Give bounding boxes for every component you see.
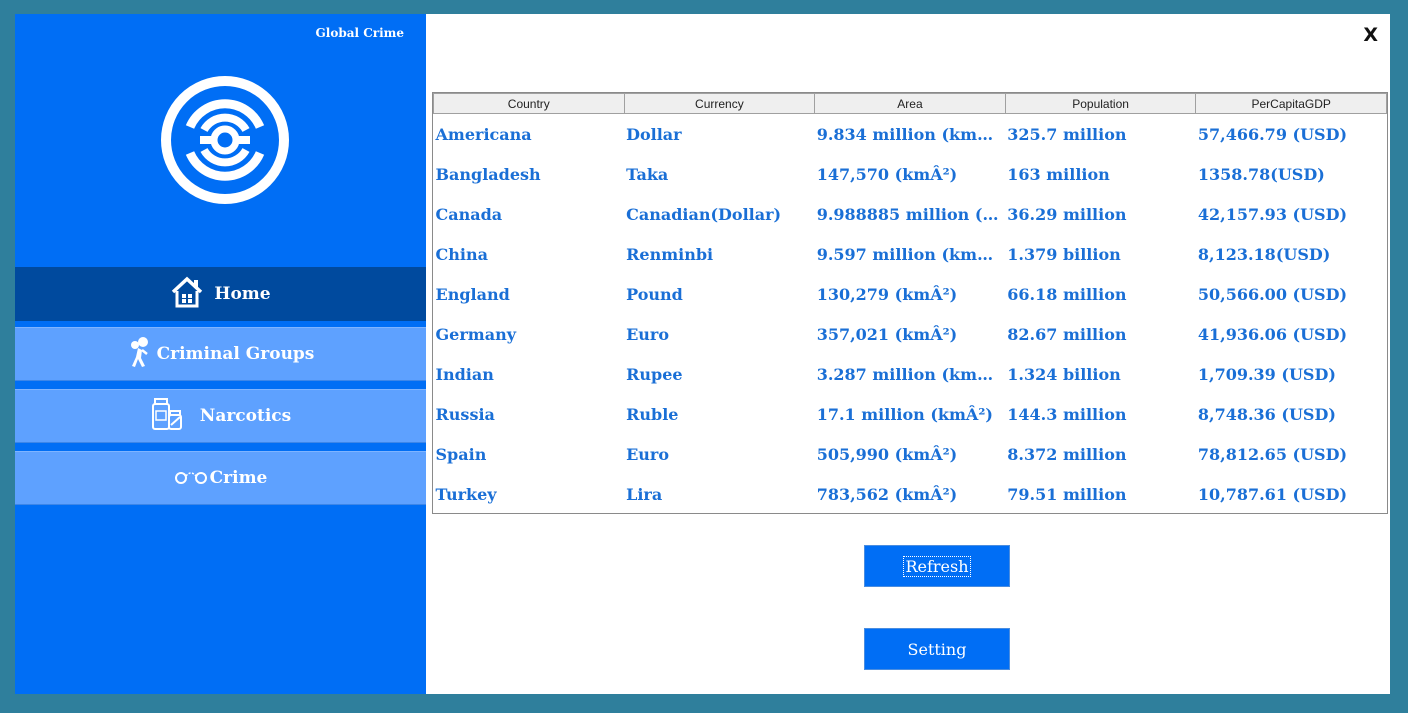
cell-area[interactable]: 783,562 (kmÂ²) — [815, 474, 1006, 514]
sidebar-item-home[interactable]: Home — [15, 267, 426, 321]
sidebar-item-label: Crime — [209, 468, 268, 488]
cell-currency[interactable]: Ruble — [624, 394, 815, 434]
cell-percapitagdp[interactable]: 78,812.65 (USD) — [1196, 434, 1387, 474]
cell-percapitagdp[interactable]: 1358.78(USD) — [1196, 154, 1387, 194]
app-title: Global Crime — [315, 26, 404, 40]
cell-population[interactable]: 36.29 million — [1005, 194, 1196, 234]
cell-area[interactable]: 130,279 (kmÂ²) — [815, 274, 1006, 314]
refresh-button-label: Refresh — [903, 555, 971, 577]
cell-area[interactable]: 357,021 (kmÂ²) — [815, 314, 1006, 354]
table-row[interactable]: England Pound 130,279 (kmÂ²) 66.18 milli… — [434, 274, 1387, 314]
cell-area[interactable]: 3.287 million (kmÂ²) — [815, 354, 1006, 394]
table-row[interactable]: Germany Euro 357,021 (kmÂ²) 82.67 millio… — [434, 314, 1387, 354]
cell-percapitagdp[interactable]: 57,466.79 (USD) — [1196, 114, 1387, 155]
cell-country[interactable]: Indian — [434, 354, 625, 394]
handcuffs-icon — [174, 466, 208, 491]
cell-currency[interactable]: Dollar — [624, 114, 815, 155]
home-icon — [170, 275, 204, 314]
cell-country[interactable]: China — [434, 234, 625, 274]
table-header-row: Country Currency Area Population PerCapi… — [433, 93, 1387, 114]
refresh-button[interactable]: Refresh — [864, 545, 1010, 587]
close-button[interactable]: X — [1363, 24, 1378, 46]
table-row[interactable]: Russia Ruble 17.1 million (kmÂ²) 144.3 m… — [434, 394, 1387, 434]
sidebar-item-narcotics[interactable]: Narcotics — [15, 389, 426, 443]
cell-currency[interactable]: Renminbi — [624, 234, 815, 274]
radar-logo-icon — [161, 76, 289, 204]
cell-population[interactable]: 79.51 million — [1005, 474, 1196, 514]
column-header-currency[interactable]: Currency — [623, 93, 816, 114]
cell-area[interactable]: 505,990 (kmÂ²) — [815, 434, 1006, 474]
table-row[interactable]: Spain Euro 505,990 (kmÂ²) 8.372 million … — [434, 434, 1387, 474]
cell-percapitagdp[interactable]: 1,709.39 (USD) — [1196, 354, 1387, 394]
cell-area[interactable]: 9.834 million (kmÂ²) — [815, 114, 1006, 155]
cell-country[interactable]: Russia — [434, 394, 625, 434]
sidebar-item-criminal-groups[interactable]: Criminal Groups — [15, 327, 426, 381]
thief-icon — [127, 336, 151, 373]
setting-button-label: Setting — [907, 639, 967, 659]
cell-population[interactable]: 66.18 million — [1005, 274, 1196, 314]
cell-percapitagdp[interactable]: 8,123.18(USD) — [1196, 234, 1387, 274]
table-row[interactable]: Turkey Lira 783,562 (kmÂ²) 79.51 million… — [434, 474, 1387, 514]
cell-population[interactable]: 82.67 million — [1005, 314, 1196, 354]
table-row[interactable]: China Renminbi 9.597 million (kmÂ²) 1.37… — [434, 234, 1387, 274]
cell-percapitagdp[interactable]: 10,787.61 (USD) — [1196, 474, 1387, 514]
cell-country[interactable]: Spain — [434, 434, 625, 474]
cell-country[interactable]: Americana — [434, 114, 625, 155]
country-table: Country Currency Area Population PerCapi… — [432, 92, 1388, 514]
cell-currency[interactable]: Rupee — [624, 354, 815, 394]
cell-currency[interactable]: Euro — [624, 434, 815, 474]
column-header-population[interactable]: Population — [1004, 93, 1197, 114]
cell-percapitagdp[interactable]: 42,157.93 (USD) — [1196, 194, 1387, 234]
cell-area[interactable]: 17.1 million (kmÂ²) — [815, 394, 1006, 434]
cell-currency[interactable]: Euro — [624, 314, 815, 354]
cell-population[interactable]: 8.372 million — [1005, 434, 1196, 474]
sidebar-item-label: Criminal Groups — [156, 344, 315, 364]
cell-country[interactable]: Turkey — [434, 474, 625, 514]
cell-population[interactable]: 1.379 billion — [1005, 234, 1196, 274]
cell-area[interactable]: 147,570 (kmÂ²) — [815, 154, 1006, 194]
table-row[interactable]: Indian Rupee 3.287 million (kmÂ²) 1.324 … — [434, 354, 1387, 394]
cell-percapitagdp[interactable]: 50,566.00 (USD) — [1196, 274, 1387, 314]
cell-population[interactable]: 325.7 million — [1005, 114, 1196, 155]
sidebar-item-label: Home — [214, 284, 271, 304]
table-row[interactable]: Canada Canadian(Dollar) 9.988885 million… — [434, 194, 1387, 234]
table-row[interactable]: Americana Dollar 9.834 million (kmÂ²) 32… — [434, 114, 1387, 155]
table-row[interactable]: Bangladesh Taka 147,570 (kmÂ²) 163 milli… — [434, 154, 1387, 194]
cell-area[interactable]: 9.597 million (kmÂ²) — [815, 234, 1006, 274]
cell-percapitagdp[interactable]: 8,748.36 (USD) — [1196, 394, 1387, 434]
cell-percapitagdp[interactable]: 41,936.06 (USD) — [1196, 314, 1387, 354]
cell-country[interactable]: Bangladesh — [434, 154, 625, 194]
cell-country[interactable]: Germany — [434, 314, 625, 354]
cell-currency[interactable]: Pound — [624, 274, 815, 314]
column-header-percapitagdp[interactable]: PerCapitaGDP — [1195, 93, 1387, 114]
cell-area[interactable]: 9.988885 million (k... — [815, 194, 1006, 234]
column-header-country[interactable]: Country — [433, 93, 625, 114]
cell-population[interactable]: 1.324 billion — [1005, 354, 1196, 394]
sidebar-item-crime[interactable]: Crime — [15, 451, 426, 505]
cell-country[interactable]: England — [434, 274, 625, 314]
column-header-area[interactable]: Area — [814, 93, 1006, 114]
cell-currency[interactable]: Lira — [624, 474, 815, 514]
sidebar-item-label: Narcotics — [199, 406, 292, 426]
cell-population[interactable]: 163 million — [1005, 154, 1196, 194]
sidebar: Global Crime Home Criminal Groups Narcot… — [15, 14, 426, 694]
cell-country[interactable]: Canada — [434, 194, 625, 234]
cell-currency[interactable]: Taka — [624, 154, 815, 194]
cell-population[interactable]: 144.3 million — [1005, 394, 1196, 434]
app-window: Global Crime Home Criminal Groups Narcot… — [15, 14, 1390, 694]
pill-bottles-icon — [150, 397, 184, 436]
cell-currency[interactable]: Canadian(Dollar) — [624, 194, 815, 234]
setting-button[interactable]: Setting — [864, 628, 1010, 670]
